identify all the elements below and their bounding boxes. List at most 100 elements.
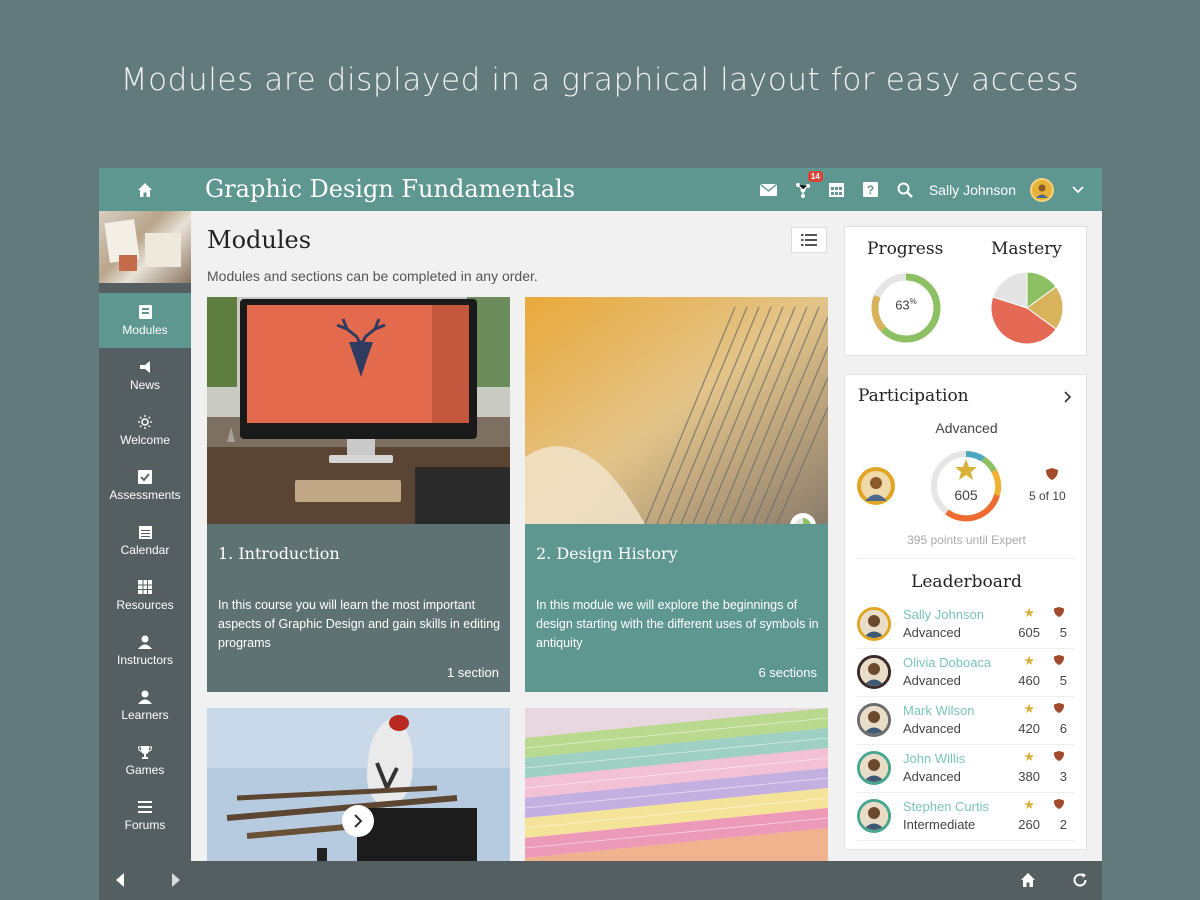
- network-icon: [795, 182, 810, 198]
- leaderboard-points: 380: [1018, 769, 1040, 784]
- sidebar-item-label: News: [129, 377, 160, 392]
- leaderboard-points: 460: [1018, 673, 1040, 688]
- participation-level: Advanced: [935, 420, 998, 436]
- participant-avatar: [857, 467, 895, 505]
- sidebar-item-learners[interactable]: Learners: [99, 678, 191, 733]
- checkbox-icon: [138, 469, 152, 484]
- module-card-4[interactable]: [525, 708, 828, 861]
- leaderboard-badges: 5: [1059, 673, 1067, 688]
- sidebar-item-instructors[interactable]: Instructors: [99, 623, 191, 678]
- sidebar-item-games[interactable]: Games: [99, 733, 191, 788]
- user-name[interactable]: Sally Johnson: [929, 182, 1016, 198]
- leaderboard-row[interactable]: John Willis Advanced ★ 380 3: [857, 747, 1075, 793]
- module-title: 2. Design History: [536, 544, 678, 563]
- module-section-count: 1 section: [446, 665, 499, 680]
- shield-icon: [1053, 605, 1065, 623]
- sidebar: Modules News Welcome Assessments Calendar Res…: [99, 211, 191, 861]
- chevron-right-icon: [354, 814, 363, 828]
- star-icon: ★: [1023, 605, 1035, 620]
- mail-button[interactable]: [759, 180, 779, 200]
- shield-icon: [1053, 749, 1065, 767]
- leaderboard-row[interactable]: Olivia Doboaca Advanced ★ 460 5: [857, 651, 1075, 697]
- list-view-button[interactable]: [791, 227, 827, 253]
- sidebar-item-label: Assessments: [109, 487, 181, 502]
- refresh-button[interactable]: [1069, 869, 1091, 891]
- leaderboard-level: Advanced: [903, 673, 961, 688]
- leaderboard-name[interactable]: Mark Wilson: [903, 703, 975, 718]
- sidebar-item-welcome[interactable]: Welcome: [99, 403, 191, 458]
- notifications-button[interactable]: 14: [793, 170, 823, 200]
- search-icon: [897, 182, 913, 198]
- leaderboard-avatar: [857, 751, 891, 785]
- sidebar-item-calendar[interactable]: Calendar: [99, 513, 191, 568]
- leaderboard-avatar: [857, 703, 891, 737]
- sidebar-item-news[interactable]: News: [99, 348, 191, 403]
- leaderboard-name[interactable]: Stephen Curtis: [903, 799, 989, 814]
- sidebar-item-modules[interactable]: Modules: [99, 293, 191, 348]
- module-card-introduction[interactable]: 1. Introduction In this course you will …: [207, 297, 510, 692]
- chevron-down-icon: [1072, 185, 1084, 193]
- user-avatar[interactable]: [1030, 177, 1054, 202]
- forums-icon: [138, 800, 152, 814]
- progress-value: 63%: [869, 297, 943, 312]
- module-image-3: [207, 708, 510, 861]
- user-menu-toggle[interactable]: [1068, 180, 1088, 200]
- module-card-body: 1. Introduction In this course you will …: [207, 524, 510, 692]
- modules-icon: [138, 304, 152, 319]
- participation-panel: Participation Advanced 605 5 of 10 395 p…: [844, 374, 1087, 850]
- person-icon: [138, 635, 152, 649]
- progress-percent-value: 63: [895, 297, 910, 313]
- leaderboard-row[interactable]: Sally Johnson Advanced ★ 605 5: [857, 603, 1075, 649]
- leaderboard-name[interactable]: John Willis: [903, 751, 965, 766]
- sidebar-item-forums[interactable]: Forums: [99, 788, 191, 843]
- leaderboard-badges: 2: [1059, 817, 1067, 832]
- module-image-introduction: [207, 297, 510, 524]
- leaderboard-name[interactable]: Sally Johnson: [903, 607, 984, 622]
- participation-expand-button[interactable]: [1064, 390, 1072, 408]
- forward-button[interactable]: [165, 869, 187, 891]
- calendar-button[interactable]: [827, 180, 847, 200]
- triangle-right-icon: [172, 873, 180, 887]
- sidebar-nav: Modules News Welcome Assessments Calendar Res…: [99, 293, 191, 843]
- back-button[interactable]: [109, 869, 131, 891]
- help-button[interactable]: ?: [861, 180, 881, 200]
- leaderboard-points: 260: [1018, 817, 1040, 832]
- sidebar-item-assessments[interactable]: Assessments: [99, 458, 191, 513]
- leaderboard-level: Intermediate: [903, 817, 976, 832]
- module-description: In this module we will explore the begin…: [536, 598, 819, 650]
- divider: [857, 558, 1075, 559]
- next-arrow-button[interactable]: [342, 805, 374, 837]
- sidebar-item-label: Calendar: [120, 542, 170, 557]
- trophy-icon: [138, 745, 152, 759]
- leaderboard-title: Leaderboard: [911, 572, 1022, 592]
- sidebar-item-label: Games: [125, 762, 165, 777]
- mastery-pie[interactable]: [990, 271, 1064, 345]
- page-subtitle: Modules and sections can be completed in…: [207, 268, 538, 284]
- participation-badges: 5 of 10: [1029, 489, 1066, 503]
- progress-percent-sign: %: [909, 297, 917, 306]
- course-thumbnail[interactable]: [99, 211, 191, 283]
- leaderboard-name[interactable]: Olivia Doboaca: [903, 655, 991, 670]
- shield-icon: [1053, 653, 1065, 671]
- svg-text:?: ?: [867, 183, 874, 197]
- participation-ring[interactable]: [927, 447, 1005, 525]
- leaderboard-badges: 6: [1059, 721, 1067, 736]
- leaderboard-row[interactable]: Stephen Curtis Intermediate ★ 260 2: [857, 795, 1075, 841]
- leaderboard-level: Advanced: [903, 769, 961, 784]
- shield-icon: [1045, 467, 1059, 486]
- app-window: Graphic Design Fundamentals 14 ? Sally J…: [99, 168, 1102, 900]
- star-icon: ★: [1023, 797, 1035, 812]
- modules-main: Modules Modules and sections can be comp…: [191, 211, 836, 861]
- home-button[interactable]: [99, 168, 191, 211]
- sidebar-item-resources[interactable]: Resources: [99, 568, 191, 623]
- refresh-icon: [1073, 873, 1087, 887]
- top-bar: Graphic Design Fundamentals 14 ? Sally J…: [99, 168, 1102, 211]
- bottom-home-button[interactable]: [1017, 869, 1039, 891]
- person-avatar-icon: [1036, 184, 1048, 198]
- calendar-icon: [138, 525, 152, 539]
- module-card-design-history[interactable]: 2. Design History In this module we will…: [525, 297, 828, 692]
- leaderboard-avatar: [857, 799, 891, 833]
- leaderboard-row[interactable]: Mark Wilson Advanced ★ 420 6: [857, 699, 1075, 745]
- module-card-3[interactable]: [207, 708, 510, 861]
- search-button[interactable]: [895, 180, 915, 200]
